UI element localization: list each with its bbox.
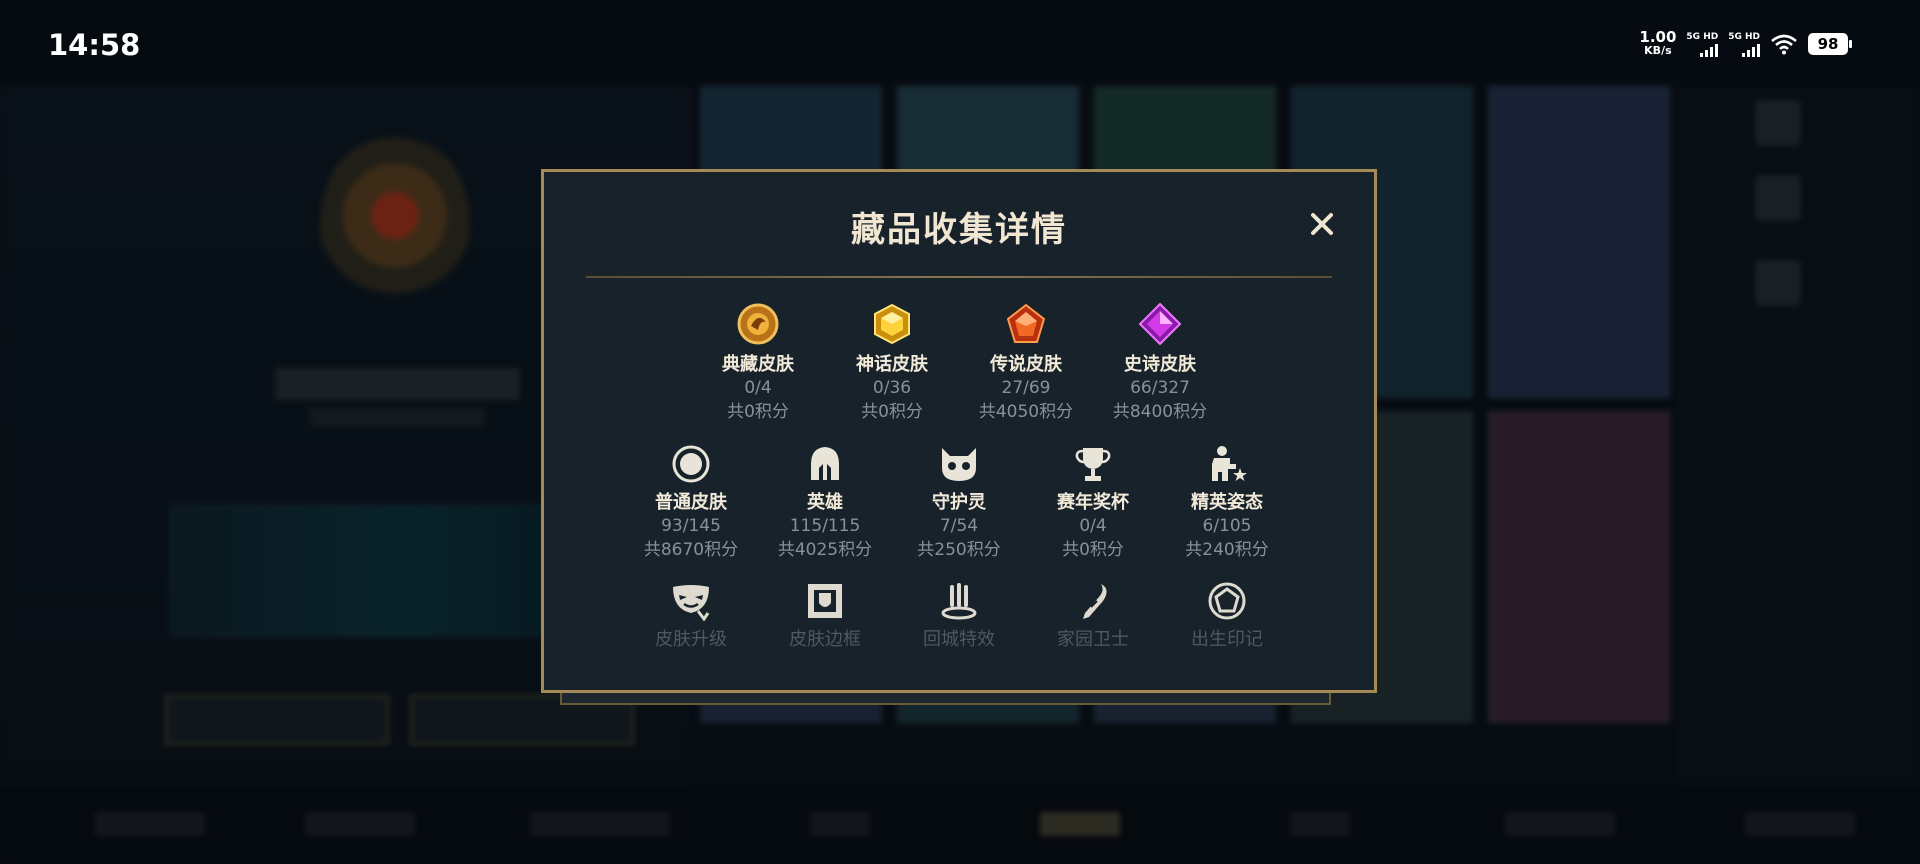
item-points: 共0积分 xyxy=(861,402,923,422)
collection-item-home-guard[interactable]: 家园卫士 xyxy=(1026,575,1160,651)
champion-helmet-icon xyxy=(811,447,839,480)
item-count: 93/145 xyxy=(661,516,721,536)
little-legend-icon xyxy=(942,448,976,481)
item-name: 英雄 xyxy=(807,492,843,513)
item-count: 7/54 xyxy=(939,516,979,536)
collection-item-mythic[interactable]: 神话皮肤 0/36 共0积分 xyxy=(825,300,959,424)
item-points: 共8670积分 xyxy=(643,540,739,560)
item-count: 0/4 xyxy=(1079,516,1107,536)
item-points: 共8400积分 xyxy=(1112,402,1208,422)
mythic-skin-icon xyxy=(874,303,910,345)
collection-item-epic[interactable]: 史诗皮肤 66/327 共8400积分 xyxy=(1093,300,1227,424)
item-points: 共4050积分 xyxy=(978,402,1074,422)
collection-item-recall-effect[interactable]: 回城特效 xyxy=(892,575,1026,651)
skin-border-icon xyxy=(808,584,842,618)
network-speed-unit: KB/s xyxy=(1644,44,1672,57)
network-speed-value: 1.00 xyxy=(1639,28,1677,46)
item-name: 守护灵 xyxy=(932,492,986,513)
epic-skin-icon xyxy=(1138,302,1182,346)
collection-item-legendary[interactable]: 传说皮肤 27/69 共4050积分 xyxy=(959,300,1093,424)
item-name: 出生印记 xyxy=(1191,629,1263,650)
collection-item-little-legend[interactable]: 守护灵 7/54 共250积分 xyxy=(892,438,1026,562)
collection-item-skin-upgrade[interactable]: 皮肤升级 xyxy=(624,575,758,651)
item-name: 神话皮肤 xyxy=(856,354,928,375)
common-skin-icon xyxy=(672,445,710,483)
item-name: 回城特效 xyxy=(923,629,995,650)
item-name: 皮肤边框 xyxy=(789,629,861,650)
skin-rarity-row: 典藏皮肤 0/4 共0积分 神话皮肤 0/36 共0积分 传说皮肤 27/69 … xyxy=(544,300,1374,424)
item-count: 6/105 xyxy=(1202,516,1252,536)
modal-title: 藏品收集详情 xyxy=(851,210,1067,250)
item-count: 66/327 xyxy=(1130,378,1190,398)
signal-icon: 5G HD xyxy=(1728,32,1760,57)
collection-item-champion[interactable]: 英雄 115/115 共4025积分 xyxy=(758,438,892,562)
elite-pose-icon xyxy=(1212,446,1247,481)
item-name: 史诗皮肤 xyxy=(1124,354,1196,375)
collection-row: 普通皮肤 93/145 共8670积分 英雄 115/115 共4025积分 守… xyxy=(544,438,1374,562)
home-guard-icon xyxy=(1083,584,1107,619)
item-name: 典藏皮肤 xyxy=(722,354,794,375)
item-name: 传说皮肤 xyxy=(990,354,1062,375)
item-points: 共240积分 xyxy=(1185,540,1269,560)
battery-icon: 98 xyxy=(1808,33,1852,55)
skin-upgrade-mask-icon xyxy=(673,585,710,621)
item-points: 共0积分 xyxy=(1062,540,1124,560)
item-name: 家园卫士 xyxy=(1057,629,1129,650)
item-points: 共250积分 xyxy=(917,540,1001,560)
collection-item-birth-mark[interactable]: 出生印记 xyxy=(1160,575,1294,651)
collection-item-elite-pose[interactable]: 精英姿态 6/105 共240积分 xyxy=(1160,438,1294,562)
battery-level: 98 xyxy=(1817,35,1839,53)
collection-row: 皮肤升级 皮肤边框 回城特效 家园卫士 出生印记 xyxy=(544,575,1374,651)
gilded-skin-icon xyxy=(737,303,779,345)
collection-item-gilded[interactable]: 典藏皮肤 0/4 共0积分 xyxy=(691,300,825,424)
status-indicators: 1.00 KB/s 5G HD 5G HD 98 xyxy=(1639,30,1852,58)
status-time: 14:58 xyxy=(48,28,141,62)
signal-label: 5G HD xyxy=(1728,31,1760,42)
network-speed: 1.00 KB/s xyxy=(1639,30,1676,58)
collection-item-skin-border[interactable]: 皮肤边框 xyxy=(758,575,892,651)
collection-item-common-skin[interactable]: 普通皮肤 93/145 共8670积分 xyxy=(624,438,758,562)
title-divider xyxy=(586,276,1332,278)
legendary-skin-icon xyxy=(1006,303,1046,343)
item-count: 0/36 xyxy=(872,378,912,398)
collection-item-season-trophy[interactable]: 赛年奖杯 0/4 共0积分 xyxy=(1026,438,1160,562)
wifi-icon xyxy=(1771,34,1797,55)
item-name: 皮肤升级 xyxy=(655,629,727,650)
close-button[interactable] xyxy=(1306,210,1338,242)
item-points: 共0积分 xyxy=(727,402,789,422)
item-points: 共4025积分 xyxy=(777,540,873,560)
trophy-icon xyxy=(1075,448,1111,481)
collection-details-modal: 藏品收集详情 典藏皮肤 0/4 共0积分 神话皮肤 0/36 共0积分 传说皮肤… xyxy=(541,169,1377,693)
signal-icon: 5G HD xyxy=(1686,31,1719,57)
signal-label: 5G HD xyxy=(1686,31,1719,42)
item-name: 普通皮肤 xyxy=(655,492,727,513)
recall-effect-icon xyxy=(941,583,977,620)
item-name: 赛年奖杯 xyxy=(1057,492,1129,513)
item-count: 27/69 xyxy=(1001,378,1051,398)
close-icon[interactable] xyxy=(1309,211,1335,237)
birth-mark-icon xyxy=(1208,582,1246,620)
item-count: 0/4 xyxy=(744,378,772,398)
item-count: 115/115 xyxy=(789,516,861,536)
item-name: 精英姿态 xyxy=(1191,492,1263,513)
